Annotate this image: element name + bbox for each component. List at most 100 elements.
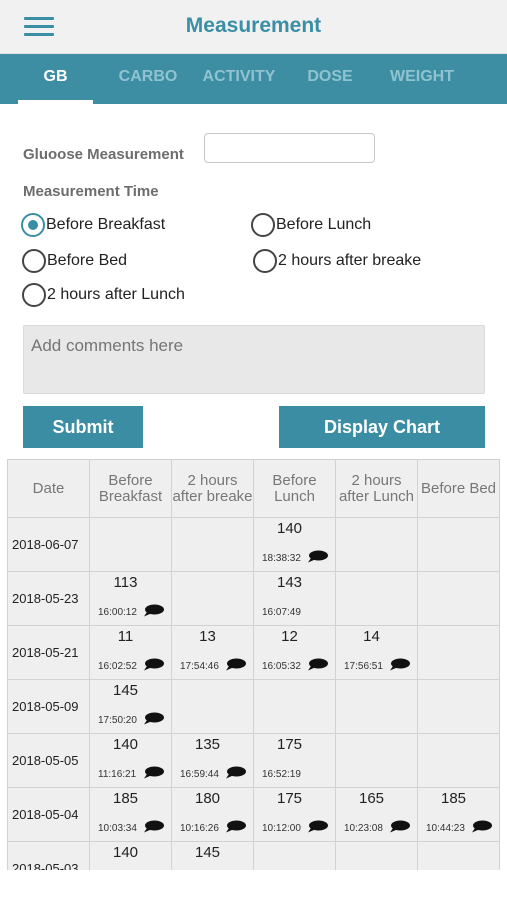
measurement-value: 14	[363, 628, 380, 645]
table-row[interactable]: 2018-05-04 185 10:03:34 180 10:16:26 175 10:12…	[7, 787, 500, 842]
measurement-time: 17:50:20	[98, 715, 137, 726]
measurement-cell[interactable]: 11 16:02:52	[89, 625, 172, 680]
measurement-cell[interactable]: 14 17:56:51	[335, 625, 418, 680]
measurement-table: Date Before Breakfast 2 hours after brea…	[7, 459, 501, 870]
table-row[interactable]: 2018-05-03 140 145	[7, 841, 500, 870]
measurement-value: 12	[281, 628, 298, 645]
radio-unselected-icon	[251, 213, 275, 237]
comment-bubble-icon[interactable]	[143, 820, 164, 833]
measurement-time: 17:54:46	[180, 661, 219, 672]
measurement-time: 18:38:32	[262, 553, 301, 564]
measurement-cell[interactable]: 175 10:12:00	[253, 787, 336, 842]
measurement-cell[interactable]: 140	[89, 841, 172, 870]
radio-before-bed[interactable]: Before Bed	[22, 248, 127, 274]
submit-button[interactable]: Submit	[23, 406, 143, 448]
measurement-cell[interactable]: 113 16:00:12	[89, 571, 172, 626]
measurement-cell[interactable]: 175 16:52:19	[253, 733, 336, 788]
comment-bubble-icon[interactable]	[143, 766, 164, 779]
comment-bubble-icon[interactable]	[143, 712, 164, 725]
date-cell: 2018-05-03	[7, 841, 90, 870]
page-title: Measurement	[185, 14, 322, 37]
measurement-cell[interactable]: 12 16:05:32	[253, 625, 336, 680]
table-row[interactable]: 2018-06-07 140 18:38:32	[7, 517, 500, 572]
tab-carbo[interactable]: CARBO	[106, 54, 190, 104]
measurement-time: 10:23:08	[344, 823, 383, 834]
measurement-cell[interactable]: 145	[171, 841, 254, 870]
measurement-cell	[417, 679, 500, 734]
table-row[interactable]: 2018-05-21 11 16:02:52 13 17:54:46 12 16:05:32…	[7, 625, 500, 680]
measurement-cell[interactable]: 185 10:03:34	[89, 787, 172, 842]
comment-bubble-icon[interactable]	[225, 820, 246, 833]
measurement-cell	[335, 733, 418, 788]
radio-2h-after-lunch[interactable]: 2 hours after Lunch	[22, 282, 185, 308]
measurement-time: 16:59:44	[180, 769, 219, 780]
comment-bubble-icon[interactable]	[143, 604, 164, 617]
radio-label: Before Bed	[47, 252, 128, 269]
comment-bubble-icon[interactable]	[307, 820, 328, 833]
measurement-cell	[171, 571, 254, 626]
measurement-cell[interactable]: 140 18:38:32	[253, 517, 336, 572]
tab-dose[interactable]: DOSE	[296, 54, 364, 104]
measurement-value: 165	[358, 790, 385, 807]
comment-bubble-icon[interactable]	[225, 658, 246, 671]
tab-bar: GB CARBO ACTIVITY DOSE WEIGHT	[0, 54, 507, 104]
comment-bubble-icon[interactable]	[307, 658, 328, 671]
tab-activity[interactable]: ACTIVITY	[196, 54, 282, 104]
measurement-cell[interactable]: 180 10:16:26	[171, 787, 254, 842]
table-row[interactable]: 2018-05-23 113 16:00:12 143 16:07:49	[7, 571, 500, 626]
measurement-cell	[417, 571, 500, 626]
radio-label: 2 hours after Lunch	[47, 286, 185, 303]
measurement-cell	[171, 679, 254, 734]
measurement-cell[interactable]: 165 10:23:08	[335, 787, 418, 842]
column-header: 2 hours after breake	[171, 459, 254, 518]
radio-unselected-icon	[22, 283, 46, 307]
measurement-cell	[335, 679, 418, 734]
measurement-value: 145	[194, 844, 221, 861]
comment-bubble-icon[interactable]	[307, 550, 328, 563]
measurement-value: 185	[440, 790, 467, 807]
column-header: 2 hours after Lunch	[335, 459, 418, 518]
measurement-time: 16:05:32	[262, 661, 301, 672]
glucose-label: Gluoose Measurement	[23, 146, 184, 163]
measurement-cell[interactable]: 185 10:44:23	[417, 787, 500, 842]
tab-weight[interactable]: WEIGHT	[378, 54, 466, 104]
date-cell: 2018-06-07	[7, 517, 90, 572]
measurement-cell[interactable]: 13 17:54:46	[171, 625, 254, 680]
measurement-cell[interactable]: 143 16:07:49	[253, 571, 336, 626]
table-row[interactable]: 2018-05-05 140 11:16:21 135 16:59:44 175 16:52…	[7, 733, 500, 788]
measurement-cell	[253, 679, 336, 734]
radio-label: Before Lunch	[276, 216, 372, 233]
date-cell: 2018-05-23	[7, 571, 90, 626]
comment-bubble-icon[interactable]	[225, 766, 246, 779]
radio-label: Before Breakfast	[46, 216, 166, 233]
measurement-cell[interactable]: 135 16:59:44	[171, 733, 254, 788]
measurement-cell	[335, 571, 418, 626]
measurement-value: 175	[276, 790, 303, 807]
measurement-cell[interactable]: 140 11:16:21	[89, 733, 172, 788]
measurement-value: 135	[194, 736, 221, 753]
date-cell: 2018-05-09	[7, 679, 90, 734]
measurement-value: 175	[276, 736, 303, 753]
column-header: Before Bed	[417, 459, 500, 518]
date-cell: 2018-05-21	[7, 625, 90, 680]
measurement-time: 10:16:26	[180, 823, 219, 834]
measurement-cell	[417, 625, 500, 680]
measurement-cell[interactable]: 145 17:50:20	[89, 679, 172, 734]
radio-before-lunch[interactable]: Before Lunch	[251, 212, 371, 238]
comment-bubble-icon[interactable]	[389, 820, 410, 833]
measurement-time: 10:44:23	[426, 823, 465, 834]
comments-input[interactable]	[23, 325, 485, 394]
comment-bubble-icon[interactable]	[143, 658, 164, 671]
column-header: Before Breakfast	[89, 459, 172, 518]
comment-bubble-icon[interactable]	[389, 658, 410, 671]
measurement-time-label: Measurement Time	[23, 183, 159, 200]
radio-before-breakfast[interactable]: Before Breakfast	[21, 212, 165, 238]
radio-2h-after-breakfast[interactable]: 2 hours after breake	[253, 248, 421, 274]
display-chart-button[interactable]: Display Chart	[279, 406, 485, 448]
glucose-input[interactable]	[204, 133, 375, 163]
comment-bubble-icon[interactable]	[471, 820, 492, 833]
measurement-time: 16:00:12	[98, 607, 137, 618]
table-row[interactable]: 2018-05-09 145 17:50:20	[7, 679, 500, 734]
measurement-time: 17:56:51	[344, 661, 383, 672]
tab-gb[interactable]: GB	[18, 54, 93, 104]
